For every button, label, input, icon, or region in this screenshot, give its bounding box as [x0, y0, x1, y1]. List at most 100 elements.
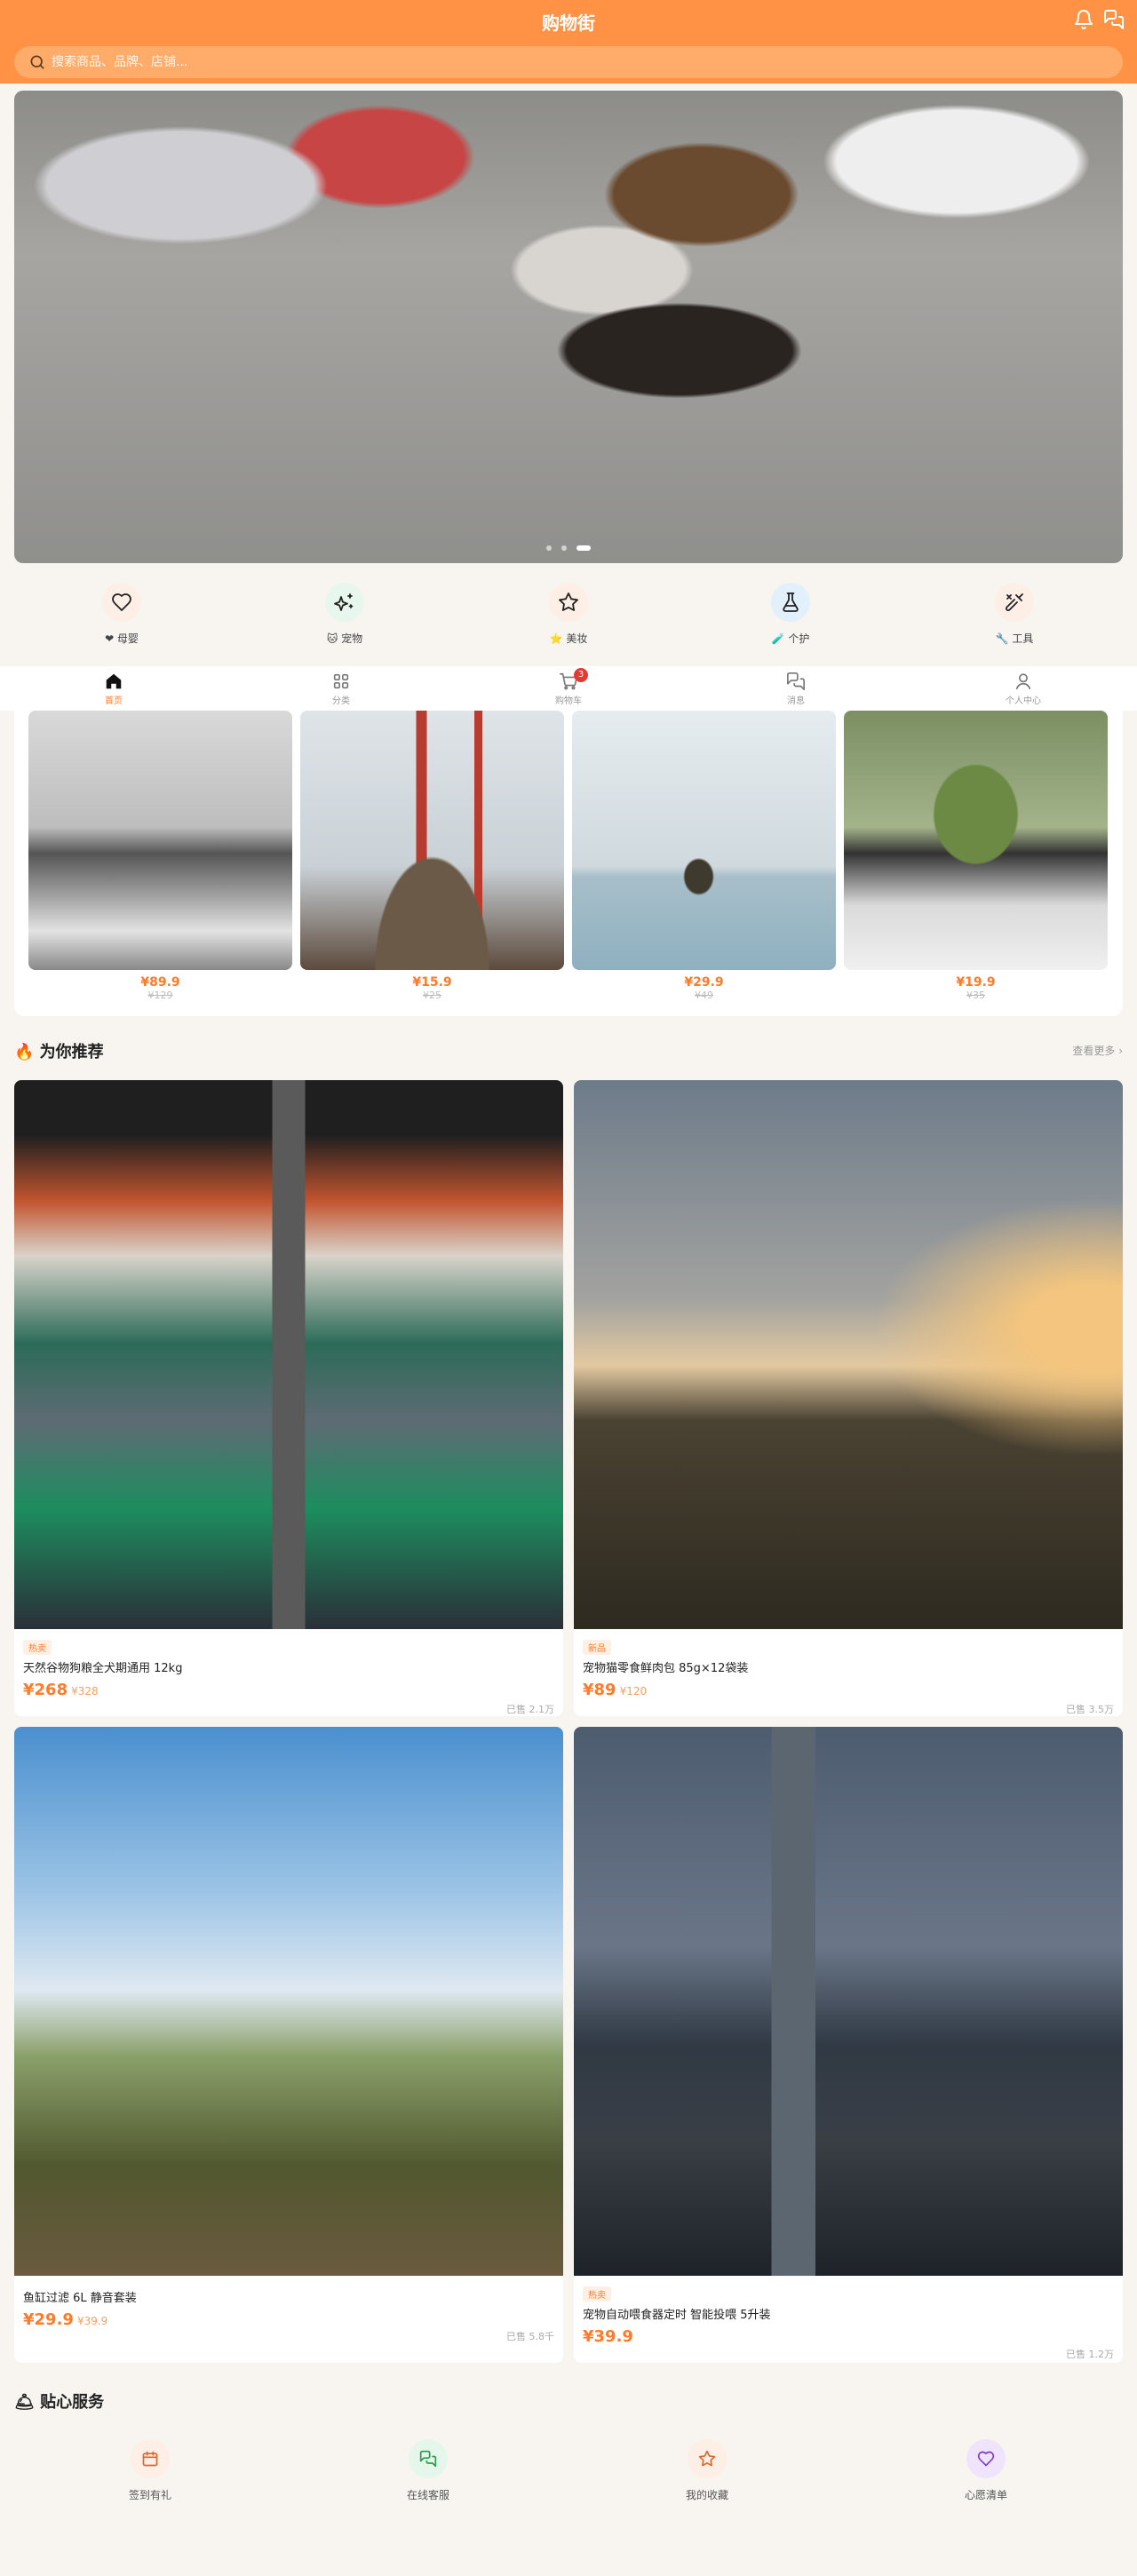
- sold-count: 已售 1.2万: [1066, 2349, 1114, 2360]
- flash-original-price: ¥129: [147, 990, 173, 1001]
- category-beauty[interactable]: ⭐ 美妆: [515, 583, 622, 646]
- flask-icon: [771, 583, 810, 622]
- product-image: [574, 1080, 1123, 1629]
- service-favorites[interactable]: 我的收藏: [654, 2439, 760, 2502]
- tab-label: 分类: [332, 696, 350, 706]
- star-icon: [549, 583, 588, 622]
- category-care[interactable]: 🧪 个护: [737, 583, 844, 646]
- tab-home[interactable]: 首页: [69, 672, 158, 706]
- category-label: 🔧 工具: [995, 632, 1034, 645]
- category-pets[interactable]: 🐱 宠物: [291, 583, 398, 646]
- flash-sale-item[interactable]: ¥15.9 ¥25: [300, 711, 564, 1001]
- product-image: [300, 711, 564, 970]
- service-label: 在线客服: [406, 2489, 449, 2501]
- product-image: [572, 711, 836, 970]
- cart-badge: 3: [574, 668, 588, 682]
- category-label: ❤ 母婴: [105, 632, 139, 645]
- tab-cart[interactable]: 3 购物车: [524, 668, 613, 706]
- product-tag: 热卖: [23, 1640, 52, 1655]
- search-input[interactable]: [52, 46, 1109, 78]
- service-support[interactable]: 在线客服: [375, 2439, 481, 2502]
- product-price: ¥39.9: [583, 2327, 633, 2346]
- view-more-link[interactable]: 查看更多 ›: [1072, 1043, 1123, 1058]
- flash-sale-item[interactable]: ¥19.9 ¥35: [844, 711, 1108, 1001]
- flash-original-price: ¥35: [966, 990, 985, 1001]
- category-label: ⭐ 美妆: [549, 632, 588, 645]
- product-original-price: ¥328: [71, 1685, 99, 1697]
- flash-original-price: ¥49: [695, 990, 713, 1001]
- tab-label: 购物车: [555, 696, 582, 706]
- sold-count: 已售 3.5万: [1066, 1704, 1114, 1715]
- category-label: 🧪 个护: [771, 632, 810, 645]
- flash-price: ¥15.9: [412, 975, 452, 990]
- chat-icon: [787, 672, 805, 690]
- product-card[interactable]: 热卖 宠物自动喂食器定时 智能投喂 5升装 ¥39.9 已售 1.2万: [574, 1727, 1123, 2363]
- flash-sale-section: ¥89.9 ¥129 ¥15.9 ¥25 ¥29.9 ¥49 ¥19.9 ¥35: [14, 711, 1123, 1016]
- carousel-dots: [14, 537, 1123, 554]
- tab-messages[interactable]: 消息: [751, 672, 840, 706]
- product-name: 天然谷物狗粮全犬期通用 12kg: [23, 1662, 183, 1675]
- product-card[interactable]: 热卖 天然谷物狗粮全犬期通用 12kg ¥268 ¥328 已售 2.1万: [14, 1080, 563, 1716]
- product-image: [574, 1727, 1123, 2276]
- home-icon: [106, 673, 122, 689]
- flash-price: ¥19.9: [956, 975, 996, 990]
- tab-category[interactable]: 分类: [297, 672, 386, 706]
- flash-price: ¥89.9: [140, 975, 180, 990]
- product-image: [844, 711, 1108, 970]
- service-label: 签到有礼: [128, 2489, 171, 2501]
- product-price: ¥89: [583, 1681, 616, 1699]
- services-title: 🛎 贴心服务: [14, 2393, 105, 2412]
- service-label: 我的收藏: [685, 2489, 728, 2501]
- tab-profile[interactable]: 个人中心: [979, 672, 1068, 706]
- bell-icon[interactable]: [1073, 9, 1094, 30]
- tab-label: 消息: [787, 696, 805, 706]
- carousel-dot[interactable]: [545, 545, 552, 551]
- hero-banner[interactable]: [14, 91, 1123, 563]
- product-name: 宠物猫零食鲜肉包 85g×12袋装: [583, 1662, 749, 1675]
- flash-original-price: ¥25: [423, 990, 441, 1001]
- product-tag: 新品: [583, 1640, 611, 1655]
- product-original-price: ¥39.9: [76, 2315, 108, 2327]
- carousel-dot-active[interactable]: [576, 545, 592, 551]
- user-icon: [1015, 673, 1031, 690]
- message-icon[interactable]: [1103, 9, 1125, 30]
- sold-count: 已售 2.1万: [506, 1704, 554, 1715]
- flash-price: ¥29.9: [684, 975, 724, 990]
- tab-label: 首页: [105, 696, 123, 706]
- search-bar[interactable]: [14, 46, 1123, 78]
- service-checkin[interactable]: 签到有礼: [97, 2439, 203, 2502]
- heart-icon: [966, 2439, 1006, 2478]
- product-card[interactable]: 新品 宠物猫零食鲜肉包 85g×12袋装 ¥89 ¥120 已售 3.5万: [574, 1080, 1123, 1716]
- tools-icon: [995, 583, 1034, 622]
- app-title: 购物街: [542, 12, 595, 34]
- sparkles-icon: [325, 583, 364, 622]
- category-tools[interactable]: 🔧 工具: [961, 583, 1068, 646]
- product-card[interactable]: 鱼缸过滤 6L 静音套装 ¥29.9 ¥39.9 已售 5.8千: [14, 1727, 563, 2363]
- flash-sale-item[interactable]: ¥29.9 ¥49: [572, 711, 836, 1001]
- sold-count: 已售 5.8千: [506, 2331, 554, 2342]
- calendar-icon: [131, 2439, 170, 2478]
- product-name: 宠物自动喂食器定时 智能投喂 5升装: [583, 2309, 771, 2322]
- product-price: ¥268: [23, 1681, 68, 1699]
- service-label: 心愿清单: [964, 2489, 1007, 2501]
- product-original-price: ¥120: [619, 1685, 648, 1697]
- star-icon: [688, 2439, 727, 2478]
- category-baby[interactable]: ❤ 母婴: [68, 583, 175, 646]
- tab-label: 个人中心: [1006, 696, 1041, 706]
- top-header: 购物街: [0, 0, 1137, 83]
- product-image: [14, 1080, 563, 1629]
- service-wishlist[interactable]: 心愿清单: [933, 2439, 1039, 2502]
- category-label: 🐱 宠物: [326, 632, 363, 645]
- heart-icon: [102, 583, 141, 622]
- carousel-dot[interactable]: [561, 545, 567, 551]
- bottom-tabbar: 首页 分类 3 购物车 消息 个人中心: [0, 666, 1137, 711]
- product-name: 鱼缸过滤 6L 静音套装: [23, 2292, 137, 2305]
- chat-icon: [409, 2439, 448, 2478]
- product-image: [28, 711, 292, 970]
- flash-sale-item[interactable]: ¥89.9 ¥129: [28, 711, 292, 1001]
- grid-icon: [333, 673, 349, 689]
- recommend-title: 🔥 为你推荐: [14, 1043, 104, 1061]
- product-price: ¥29.9: [23, 2310, 74, 2329]
- search-icon: [28, 53, 46, 71]
- product-tag: 热卖: [583, 2286, 611, 2302]
